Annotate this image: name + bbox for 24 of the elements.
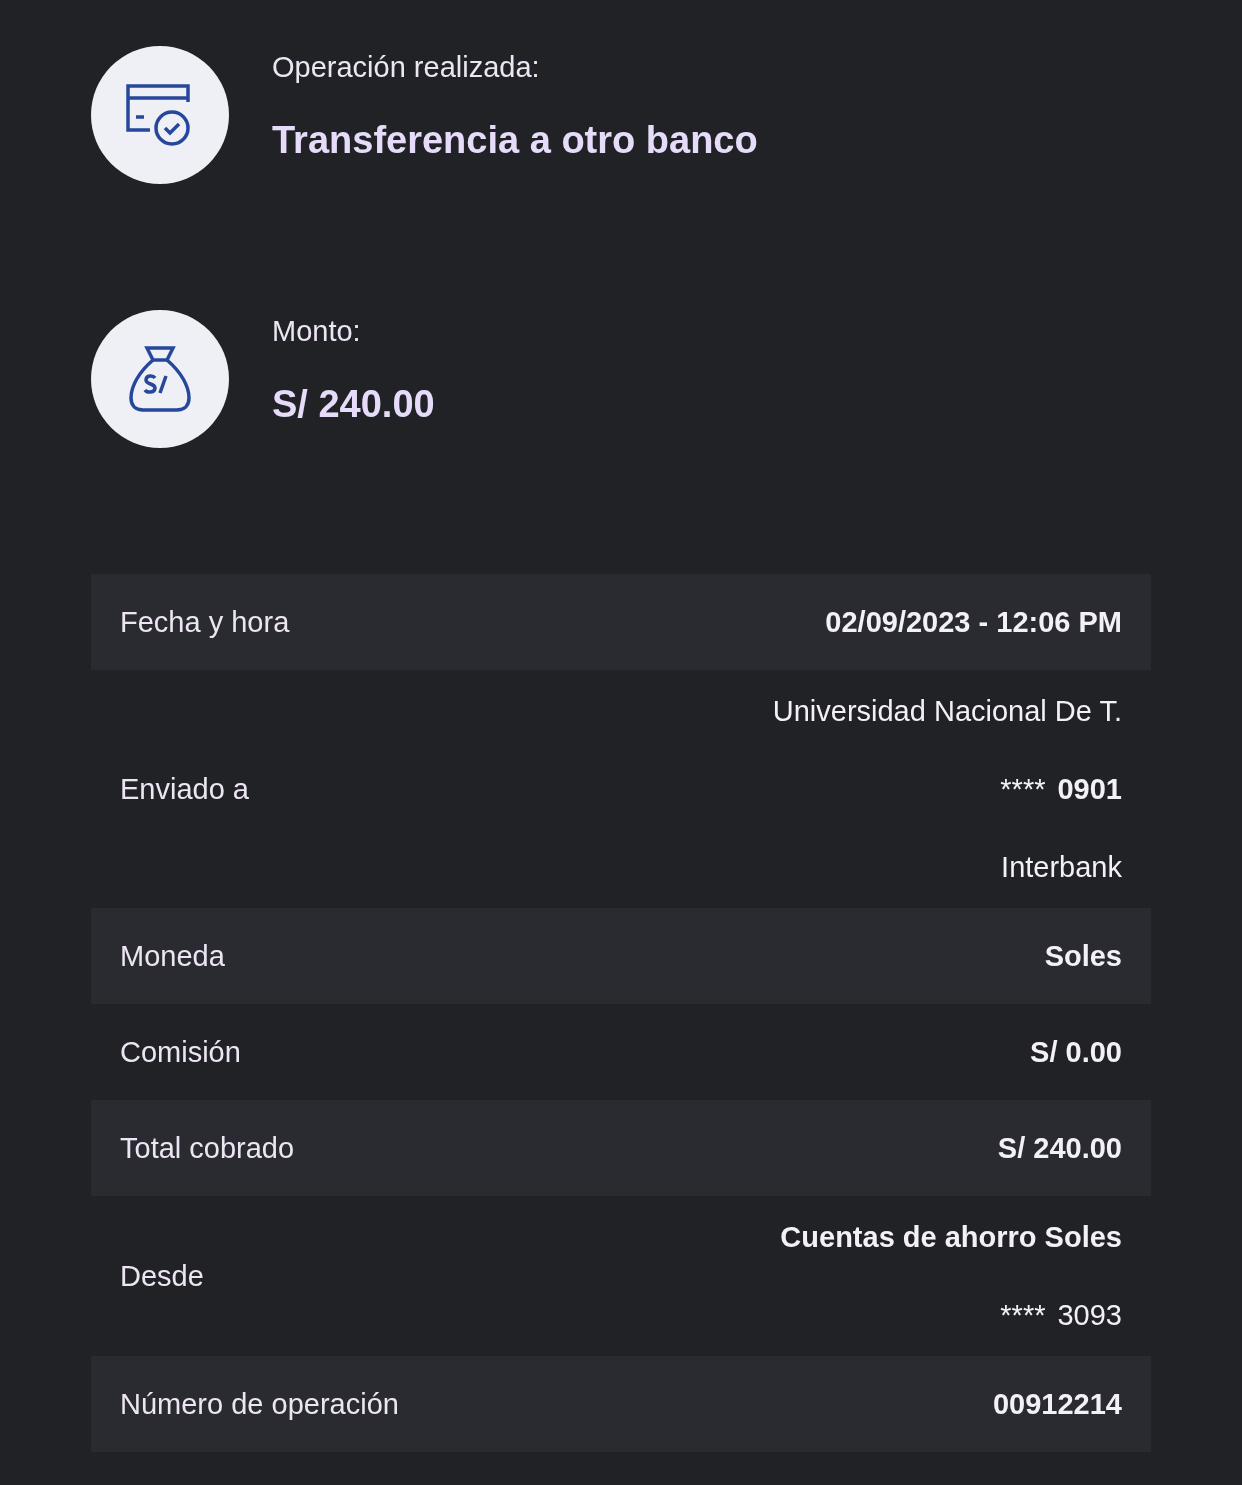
detail-value: 0901 — [1057, 772, 1122, 806]
detail-value: S/ 240.00 — [997, 1131, 1122, 1165]
summary-value: Transferencia a otro banco — [272, 118, 758, 162]
detail-value: S/ 0.00 — [1030, 1035, 1122, 1069]
detail-value: 3093 — [1057, 1298, 1122, 1332]
detail-value: 00912214 — [992, 1387, 1122, 1421]
money-bag-icon — [129, 346, 191, 412]
detail-label: Moneda — [120, 939, 225, 973]
detail-label: Enviado a — [120, 772, 249, 806]
detail-label: Fecha y hora — [120, 605, 290, 639]
detail-value: Soles — [1044, 939, 1122, 973]
detail-label: Número de operación — [120, 1387, 399, 1421]
detail-value: Universidad Nacional De T. — [772, 694, 1122, 728]
detail-value: Cuentas de ahorro Soles — [780, 1220, 1122, 1254]
summary-label: Monto: — [272, 314, 362, 348]
summary-label: Operación realizada: — [272, 50, 541, 84]
detail-label: Comisión — [120, 1035, 241, 1069]
detail-value: 02/09/2023 - 12:06 PM — [825, 605, 1122, 639]
detail-label: Total cobrado — [120, 1131, 295, 1165]
summary-value: S/ 240.00 — [272, 382, 435, 426]
masked-digits: **** — [1000, 772, 1046, 806]
masked-digits: **** — [1000, 1298, 1046, 1332]
detail-value: Interbank — [1001, 850, 1122, 884]
detail-label: Desde — [120, 1259, 204, 1293]
